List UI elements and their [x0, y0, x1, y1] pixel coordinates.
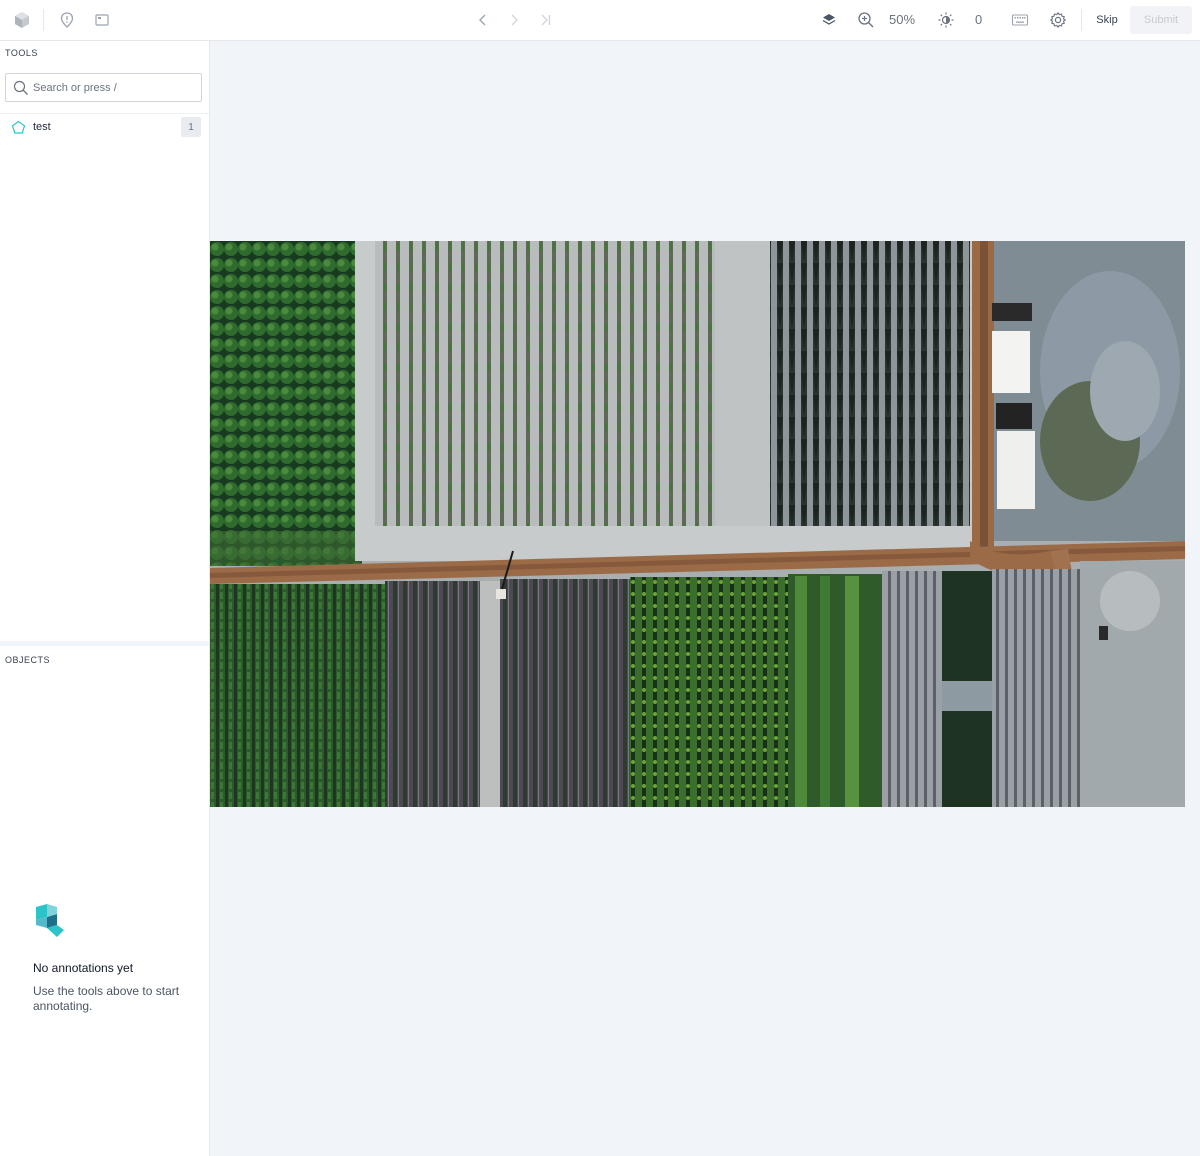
tools-section-title: TOOLS: [5, 48, 38, 58]
polygon-icon: [11, 120, 26, 135]
divider: [0, 113, 209, 114]
pin-icon[interactable]: [56, 9, 78, 31]
toolbar-divider: [43, 9, 44, 31]
layers-icon[interactable]: [818, 9, 840, 31]
zoom-level[interactable]: 50%: [889, 12, 915, 27]
chevron-right-icon[interactable]: [503, 9, 525, 31]
skip-end-icon[interactable]: [534, 9, 556, 31]
search-icon: [13, 80, 29, 96]
section-separator: [0, 641, 209, 646]
empty-state-logo-icon: [33, 903, 67, 939]
annotation-canvas[interactable]: [210, 41, 1200, 1156]
left-sidebar: TOOLS test 1 OBJECTS No annotations yet …: [0, 41, 210, 1156]
tool-count-badge: 1: [181, 117, 201, 137]
tool-search[interactable]: [5, 73, 202, 102]
tool-label: test: [33, 121, 51, 133]
search-input[interactable]: [33, 78, 198, 98]
cube-logo-icon[interactable]: [11, 9, 33, 31]
keyboard-icon[interactable]: [1009, 9, 1031, 31]
toolbar-divider: [1081, 9, 1082, 31]
brightness-icon[interactable]: [935, 9, 957, 31]
empty-state-description: Use the tools above to start annotating.: [33, 984, 180, 1013]
submit-button[interactable]: Submit: [1130, 6, 1192, 34]
zoom-in-icon[interactable]: [855, 9, 877, 31]
gear-icon[interactable]: [1047, 9, 1069, 31]
panel-icon[interactable]: [91, 9, 113, 31]
brightness-value[interactable]: 0: [975, 12, 982, 27]
top-toolbar: 50% 0 Skip Submit: [0, 0, 1200, 41]
objects-section-title: OBJECTS: [5, 655, 51, 665]
empty-state-title: No annotations yet: [33, 961, 134, 975]
aerial-image[interactable]: [210, 241, 1185, 807]
chevron-left-icon[interactable]: [472, 9, 494, 31]
skip-button[interactable]: Skip: [1090, 6, 1124, 33]
tool-item-test[interactable]: test 1: [0, 115, 209, 139]
